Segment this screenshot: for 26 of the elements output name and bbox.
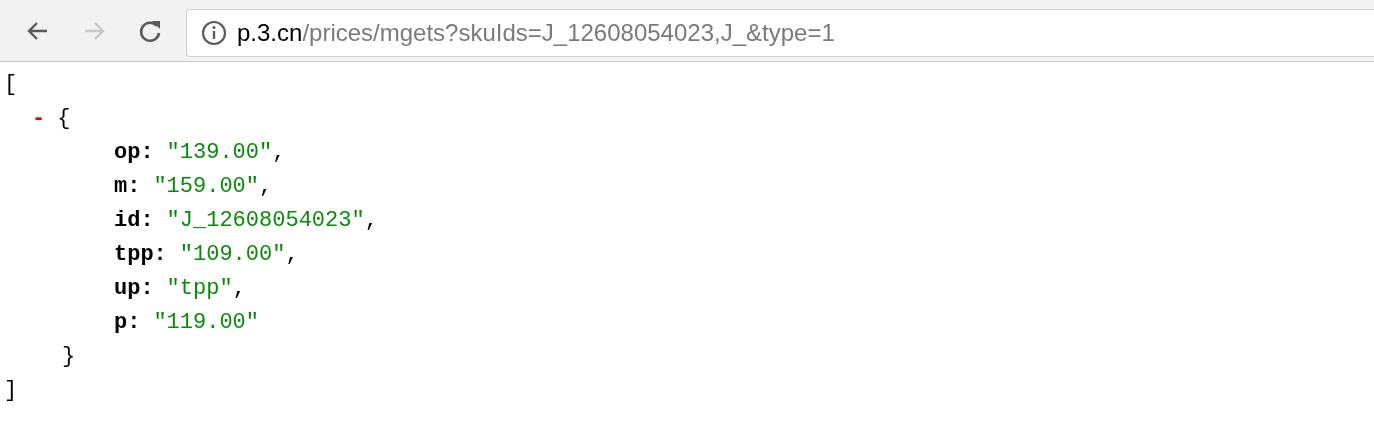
comma: ,	[364, 207, 378, 235]
open-brace: {	[57, 105, 71, 133]
json-value: "J_12608054023"	[166, 207, 365, 235]
comma: ,	[272, 139, 286, 167]
json-key: up:	[114, 272, 154, 306]
json-value: "139.00"	[166, 139, 273, 167]
close-brace: }	[62, 343, 76, 371]
json-key: m:	[114, 170, 141, 204]
json-value: "tpp"	[166, 275, 233, 303]
collapse-toggle[interactable]: -	[32, 102, 46, 136]
url-path: /prices/mgets?skuIds=J_12608054023,J_&type=1	[302, 18, 835, 47]
json-value: "109.00"	[179, 241, 286, 269]
comma: ,	[259, 173, 273, 201]
url-host: p.3.cn	[237, 18, 303, 47]
close-bracket: ]	[4, 377, 18, 405]
json-key: p:	[114, 306, 141, 340]
json-key: id:	[114, 204, 154, 238]
open-bracket: [	[4, 71, 18, 99]
json-value: "159.00"	[153, 173, 260, 201]
json-value: "119.00"	[153, 309, 260, 337]
info-icon[interactable]	[201, 19, 227, 46]
comma: ,	[232, 275, 246, 303]
address-bar[interactable]: p.3.cn/prices/mgets?skuIds=J_12608054023,J_&type=1	[186, 8, 1374, 57]
json-key: tpp:	[114, 238, 167, 272]
comma: ,	[285, 241, 299, 269]
json-key: op:	[114, 136, 154, 170]
